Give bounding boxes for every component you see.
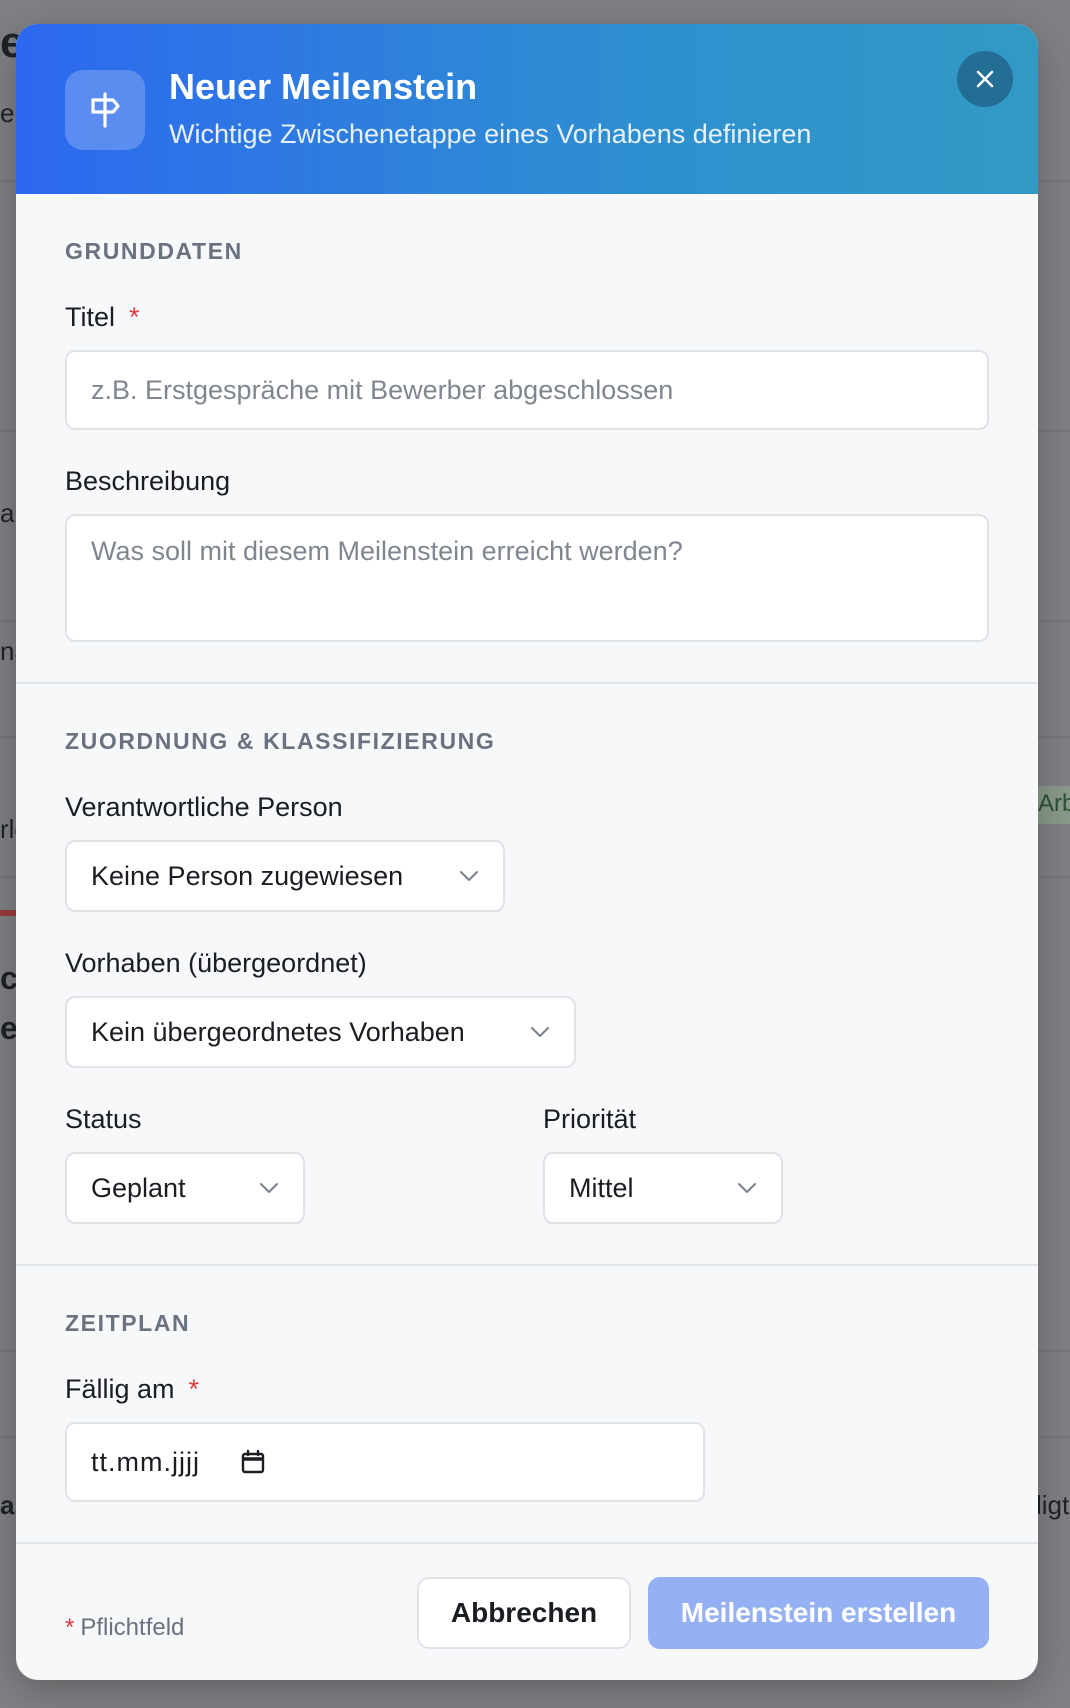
person-label: Verantwortliche Person — [65, 792, 343, 822]
description-textarea[interactable] — [65, 514, 989, 642]
dialog-title: Neuer Meilenstein — [169, 66, 478, 107]
due-date-label-text: Fällig am — [65, 1374, 175, 1404]
signpost-icon — [65, 70, 145, 150]
priority-label: Priorität — [543, 1104, 637, 1134]
required-marker: * — [188, 1374, 200, 1404]
chevron-down-icon — [530, 1026, 550, 1038]
person-select-value: Keine Person zugewiesen — [91, 860, 404, 891]
description-label: Beschreibung — [65, 466, 231, 496]
close-button[interactable] — [957, 51, 1013, 107]
title-label: Titel * — [65, 302, 140, 333]
calendar-icon[interactable] — [240, 1449, 266, 1475]
section-title-schedule: ZEITPLAN — [65, 1310, 191, 1336]
chevron-down-icon — [459, 870, 479, 882]
background-text-fragment: ligt — [1036, 1490, 1070, 1520]
section-divider — [16, 1264, 1038, 1266]
section-divider — [16, 682, 1038, 684]
required-marker: * — [65, 1614, 75, 1641]
due-date-label: Fällig am * — [65, 1374, 199, 1405]
dialog-header: Neuer Meilenstein Wichtige Zwischenetapp… — [16, 24, 1038, 194]
create-milestone-button[interactable]: Meilenstein erstellen — [648, 1577, 989, 1649]
required-note: * Pflichtfeld — [65, 1614, 184, 1642]
cancel-button[interactable]: Abbrechen — [417, 1577, 631, 1649]
section-title-basics: GRUNDDATEN — [65, 238, 243, 264]
milestone-dialog: Neuer Meilenstein Wichtige Zwischenetapp… — [16, 24, 1038, 1680]
footer-divider — [16, 1542, 1038, 1544]
status-select[interactable]: Geplant — [65, 1152, 305, 1224]
due-date-value: tt.mm.jjjj — [91, 1446, 200, 1477]
title-label-text: Titel — [65, 302, 116, 332]
required-marker: * — [129, 302, 140, 332]
section-title-assignment: ZUORDNUNG & KLASSIFIZIERUNG — [65, 728, 496, 754]
due-date-input[interactable]: tt.mm.jjjj — [65, 1422, 705, 1502]
status-label: Status — [65, 1104, 142, 1134]
parent-project-select[interactable]: Kein übergeordnetes Vorhaben — [65, 996, 576, 1068]
chevron-down-icon — [259, 1182, 279, 1194]
chevron-down-icon — [737, 1182, 757, 1194]
required-note-text: Pflichtfeld — [80, 1614, 185, 1641]
dialog-subtitle: Wichtige Zwischenetappe eines Vorhabens … — [169, 119, 812, 149]
parent-project-label: Vorhaben (übergeordnet) — [65, 948, 367, 978]
priority-select-value: Mittel — [569, 1172, 634, 1203]
title-input[interactable] — [65, 350, 989, 430]
priority-select[interactable]: Mittel — [543, 1152, 783, 1224]
parent-project-select-value: Kein übergeordnetes Vorhaben — [91, 1016, 465, 1047]
close-icon — [975, 69, 995, 89]
status-select-value: Geplant — [91, 1172, 186, 1203]
person-select[interactable]: Keine Person zugewiesen — [65, 840, 505, 912]
